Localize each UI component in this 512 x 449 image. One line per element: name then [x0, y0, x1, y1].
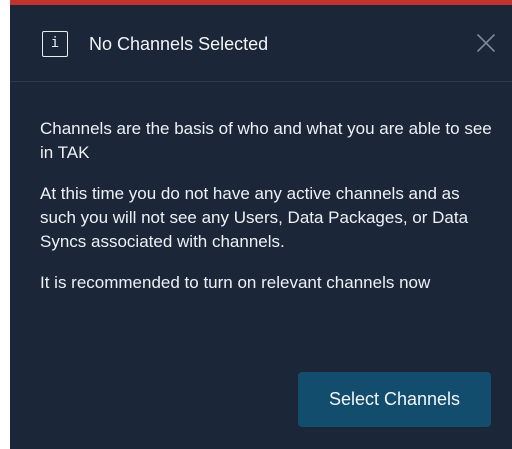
dialog-message-3: It is recommended to turn on relevant ch…	[40, 273, 431, 292]
dialog-message-1: Channels are the basis of who and what y…	[40, 119, 492, 162]
no-channels-dialog: i No Channels Selected Channels are the …	[10, 0, 512, 449]
dialog-message-2: At this time you do not have any active …	[40, 184, 469, 251]
close-button[interactable]	[474, 31, 498, 55]
dialog-body: Channels are the basis of who and what y…	[40, 117, 500, 312]
dialog-title: No Channels Selected	[89, 34, 269, 54]
info-icon: i	[42, 31, 68, 57]
select-channels-button[interactable]: Select Channels	[298, 372, 491, 427]
dialog-header: i No Channels Selected	[10, 5, 512, 82]
close-icon	[477, 34, 495, 52]
